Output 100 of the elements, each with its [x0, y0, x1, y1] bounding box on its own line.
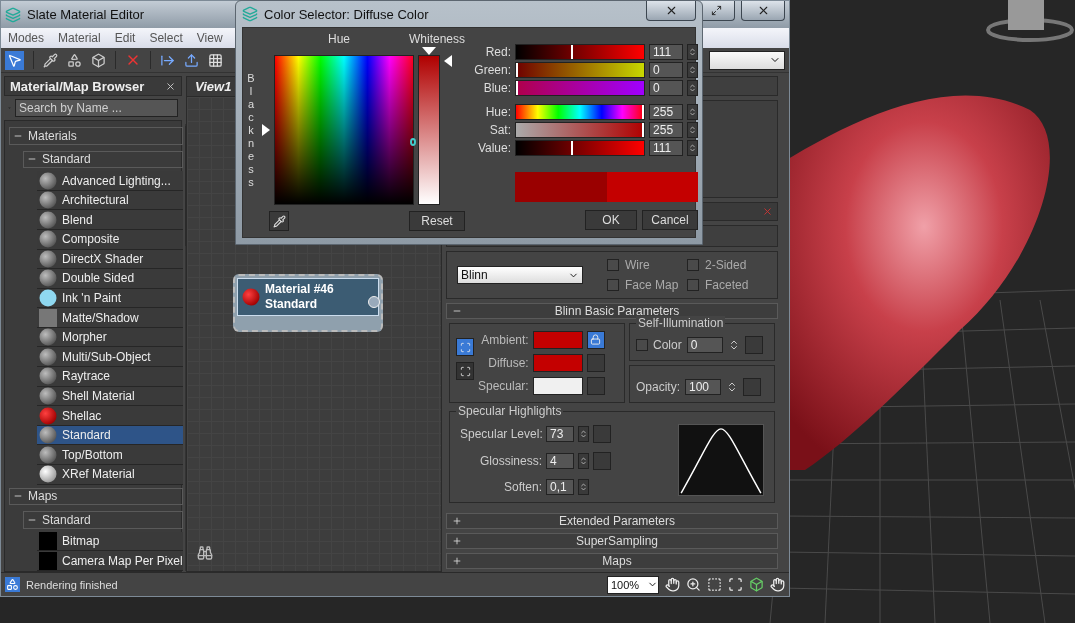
list-item[interactable]: XRef Material: [37, 464, 183, 485]
link-toggle-button[interactable]: [456, 362, 474, 380]
close-button[interactable]: [646, 1, 696, 21]
number-field[interactable]: 0: [686, 337, 723, 353]
spinner-button[interactable]: [687, 122, 699, 138]
zoom-dropdown[interactable]: 100%: [607, 575, 659, 594]
number-field[interactable]: 0,1: [546, 478, 574, 495]
checkbox[interactable]: [607, 279, 619, 291]
upload-icon[interactable]: [184, 52, 199, 68]
spinner-button[interactable]: [687, 80, 699, 96]
list-item[interactable]: Double Sided: [37, 269, 183, 289]
spinner-button[interactable]: [578, 453, 589, 469]
list-item[interactable]: Composite: [37, 230, 183, 250]
checkbox[interactable]: [687, 259, 699, 271]
hand-icon[interactable]: [770, 577, 785, 592]
slider-thumb[interactable]: [642, 123, 645, 137]
channel-slider[interactable]: [515, 104, 646, 120]
rollout-header[interactable]: SuperSampling: [446, 533, 778, 549]
pointer-icon[interactable]: [422, 47, 436, 55]
slider-thumb[interactable]: [516, 63, 519, 77]
subgroup-header[interactable]: Standard: [23, 511, 183, 529]
spinner-button[interactable]: [578, 426, 589, 443]
spinner-button[interactable]: [687, 104, 699, 120]
slider-thumb[interactable]: [516, 81, 519, 95]
spinner-button[interactable]: [687, 44, 699, 60]
color-swatch[interactable]: [532, 354, 583, 372]
spinner-button[interactable]: [687, 62, 699, 78]
channel-slider[interactable]: [515, 62, 646, 78]
hue-gradient-picker[interactable]: [274, 55, 414, 205]
expand-icon[interactable]: [452, 516, 462, 526]
material-node[interactable]: Material #46 Standard: [233, 274, 383, 332]
binoculars-icon[interactable]: [197, 545, 213, 561]
menu-item[interactable]: Material: [51, 31, 108, 45]
search-field[interactable]: Search by Name ...: [15, 99, 178, 117]
menu-item[interactable]: Select: [142, 31, 190, 45]
spinner-icon[interactable]: [726, 381, 738, 393]
list-item[interactable]: Shell Material: [37, 386, 183, 407]
shader-dropdown[interactable]: Blinn: [457, 266, 583, 284]
reset-button[interactable]: Reset: [409, 211, 466, 231]
slider-thumb[interactable]: [642, 105, 645, 119]
cube-icon[interactable]: [91, 52, 106, 68]
list-item[interactable]: Camera Map Per Pixel: [37, 551, 183, 571]
eyedropper-button[interactable]: [269, 211, 289, 231]
color-swatch[interactable]: [532, 330, 583, 349]
color-swatch[interactable]: [532, 377, 583, 396]
number-field[interactable]: 0: [649, 80, 684, 96]
frame-icon[interactable]: [728, 577, 743, 592]
list-item[interactable]: Standard: [37, 425, 183, 446]
cube-icon[interactable]: [749, 577, 764, 592]
link-toggle-button[interactable]: [456, 338, 474, 356]
rollout-header[interactable]: Blinn Basic Parameters: [446, 303, 778, 319]
list-item[interactable]: Morpher: [37, 327, 183, 348]
number-field[interactable]: 111: [649, 44, 684, 60]
close-icon[interactable]: [165, 80, 176, 92]
group-header[interactable]: Materials: [9, 127, 183, 145]
number-field[interactable]: 4: [546, 453, 574, 469]
number-field[interactable]: 73: [546, 426, 574, 443]
checkbox[interactable]: [687, 279, 699, 291]
pipette-icon[interactable]: [43, 52, 58, 68]
list-item[interactable]: Ink 'n Paint: [37, 288, 183, 309]
view-dropdown[interactable]: [709, 50, 785, 70]
list-item[interactable]: DirectX Shader: [37, 249, 183, 270]
select-tool-button[interactable]: [5, 50, 24, 70]
number-field[interactable]: 111: [649, 140, 684, 156]
channel-slider[interactable]: [515, 80, 646, 96]
hand-icon[interactable]: [665, 577, 680, 592]
expand-icon[interactable]: [452, 556, 462, 566]
number-field[interactable]: 255: [649, 122, 684, 138]
rollout-header[interactable]: Maps: [446, 553, 778, 569]
channel-slider[interactable]: [515, 44, 646, 60]
list-item[interactable]: Multi/Sub-Object: [37, 347, 183, 368]
slider-thumb[interactable]: [570, 141, 573, 155]
checkbox[interactable]: [607, 259, 619, 271]
number-field[interactable]: 0: [649, 62, 684, 78]
pointer-icon[interactable]: [444, 55, 452, 67]
channel-slider[interactable]: [515, 122, 646, 138]
checker-icon[interactable]: [208, 52, 223, 68]
channel-slider[interactable]: [515, 140, 646, 156]
list-item[interactable]: Advanced Lighting...: [37, 171, 183, 191]
list-item[interactable]: Raytrace: [37, 367, 183, 387]
spinner-button[interactable]: [687, 140, 699, 156]
expand-icon[interactable]: [452, 536, 462, 546]
spinner-button[interactable]: [578, 478, 589, 495]
group-header[interactable]: Maps: [9, 487, 183, 506]
lock-button[interactable]: [586, 330, 605, 349]
number-field[interactable]: 100: [685, 379, 721, 395]
list-item[interactable]: Bitmap: [37, 531, 183, 552]
list-item[interactable]: Matte/Shadow: [37, 308, 183, 328]
list-item[interactable]: Architectural: [37, 190, 183, 211]
checkbox[interactable]: [636, 339, 648, 351]
zoom-icon[interactable]: [686, 577, 701, 592]
menu-item[interactable]: Edit: [107, 31, 143, 45]
slider-thumb[interactable]: [570, 45, 573, 59]
list-item[interactable]: Blend: [37, 210, 183, 230]
menu-item[interactable]: View: [189, 31, 230, 45]
menu-item[interactable]: Modes: [1, 31, 52, 45]
pointer-icon[interactable]: [262, 124, 270, 136]
rollout-header[interactable]: Extended Parameters: [446, 513, 778, 529]
list-item[interactable]: Top/Bottom: [37, 445, 183, 465]
shapes-icon[interactable]: [67, 52, 82, 68]
